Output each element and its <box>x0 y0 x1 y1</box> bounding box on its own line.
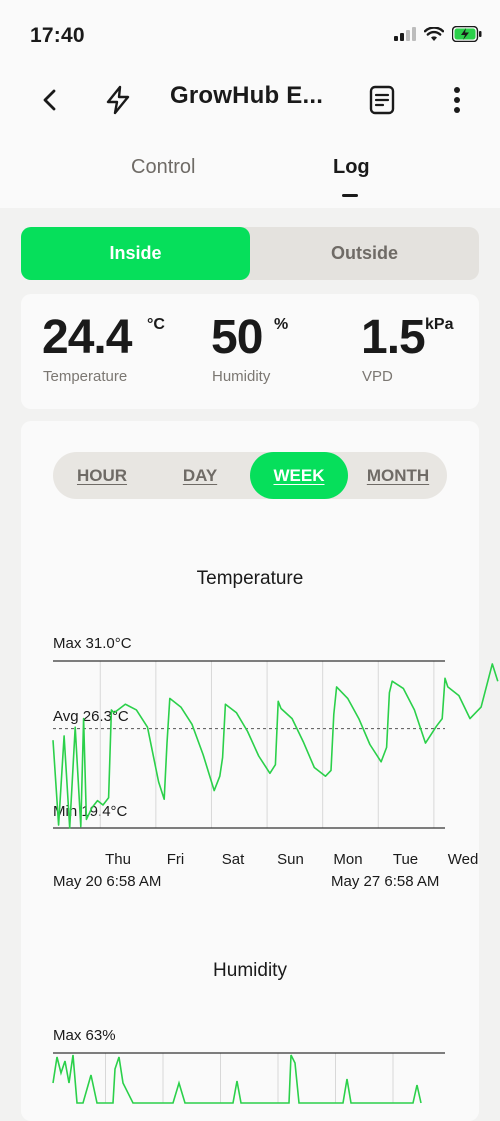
humidity-chart <box>52 1052 445 1104</box>
vpd-value: 1.5 <box>361 311 426 364</box>
vpd-unit: kPa <box>425 316 454 333</box>
report-button[interactable] <box>360 78 404 122</box>
nav-bar: GrowHub E... <box>0 70 500 130</box>
day-tick-label: Wed <box>447 851 479 868</box>
inside-button[interactable]: Inside <box>21 227 250 280</box>
humidity-series-line <box>52 1054 422 1104</box>
vpd-label: VPD <box>362 368 393 385</box>
day-tick-label: Sat <box>221 851 245 868</box>
readings-card: 24.4 °C Temperature 50 % Humidity 1.5 kP… <box>21 294 479 409</box>
day-tick-label: Thu <box>105 851 131 868</box>
temperature-unit: °C <box>147 316 165 333</box>
temperature-reading: 24.4 °C Temperature <box>42 311 165 386</box>
day-tick-label: Fri <box>166 851 185 868</box>
quick-action-button[interactable] <box>96 78 140 122</box>
temperature-max-label: Max 31.0°C <box>53 635 132 652</box>
battery-charging-icon <box>451 25 482 47</box>
range-day-button[interactable]: DAY <box>151 452 249 499</box>
outside-button[interactable]: Outside <box>250 227 479 280</box>
document-icon <box>369 85 395 115</box>
tab-control[interactable]: Control <box>131 156 195 179</box>
range-month-button[interactable]: MONTH <box>349 452 447 499</box>
signal-icon <box>394 27 416 46</box>
more-button[interactable] <box>435 78 479 122</box>
tab-log[interactable]: Log <box>333 156 370 179</box>
location-toggle: Inside Outside <box>21 227 479 280</box>
humidity-reading: 50 % Humidity <box>211 311 288 386</box>
humidity-value: 50 <box>211 311 263 364</box>
day-tick-label: Tue <box>392 851 419 868</box>
tab-bar: Control Log <box>0 130 500 208</box>
temperature-series-line <box>52 663 499 829</box>
lightning-icon <box>106 85 130 115</box>
humidity-chart-title: Humidity <box>213 960 287 981</box>
day-tick-label: Sun <box>277 851 304 868</box>
temperature-chart-title: Temperature <box>196 568 304 589</box>
temperature-start-label: May 20 6:58 AM <box>53 873 162 890</box>
temperature-end-label: May 27 6:58 AM <box>331 873 440 890</box>
more-icon <box>454 87 460 113</box>
temperature-label: Temperature <box>43 368 128 385</box>
time-range-selector: HOUR DAY WEEK MONTH <box>53 452 447 499</box>
log-card: HOUR DAY WEEK MONTH Temperature Max 31.0… <box>21 421 499 1121</box>
humidity-label: Humidity <box>212 368 271 385</box>
back-icon <box>43 89 56 111</box>
temperature-value: 24.4 <box>42 311 132 364</box>
range-hour-button[interactable]: HOUR <box>53 452 151 499</box>
humidity-max-label: Max 63% <box>53 1027 116 1044</box>
temperature-chart <box>52 660 499 829</box>
device-title: GrowHub E... <box>170 82 324 109</box>
status-time: 17:40 <box>30 24 85 47</box>
status-bar: 17:40 <box>0 0 500 70</box>
status-icons <box>394 25 482 47</box>
wifi-icon <box>423 25 445 47</box>
vpd-reading: 1.5 kPa VPD <box>361 311 453 386</box>
back-button[interactable] <box>28 78 72 122</box>
humidity-unit: % <box>274 316 289 333</box>
range-week-button[interactable]: WEEK <box>250 452 348 499</box>
active-tab-indicator <box>342 194 358 197</box>
day-tick-label: Mon <box>333 851 363 868</box>
